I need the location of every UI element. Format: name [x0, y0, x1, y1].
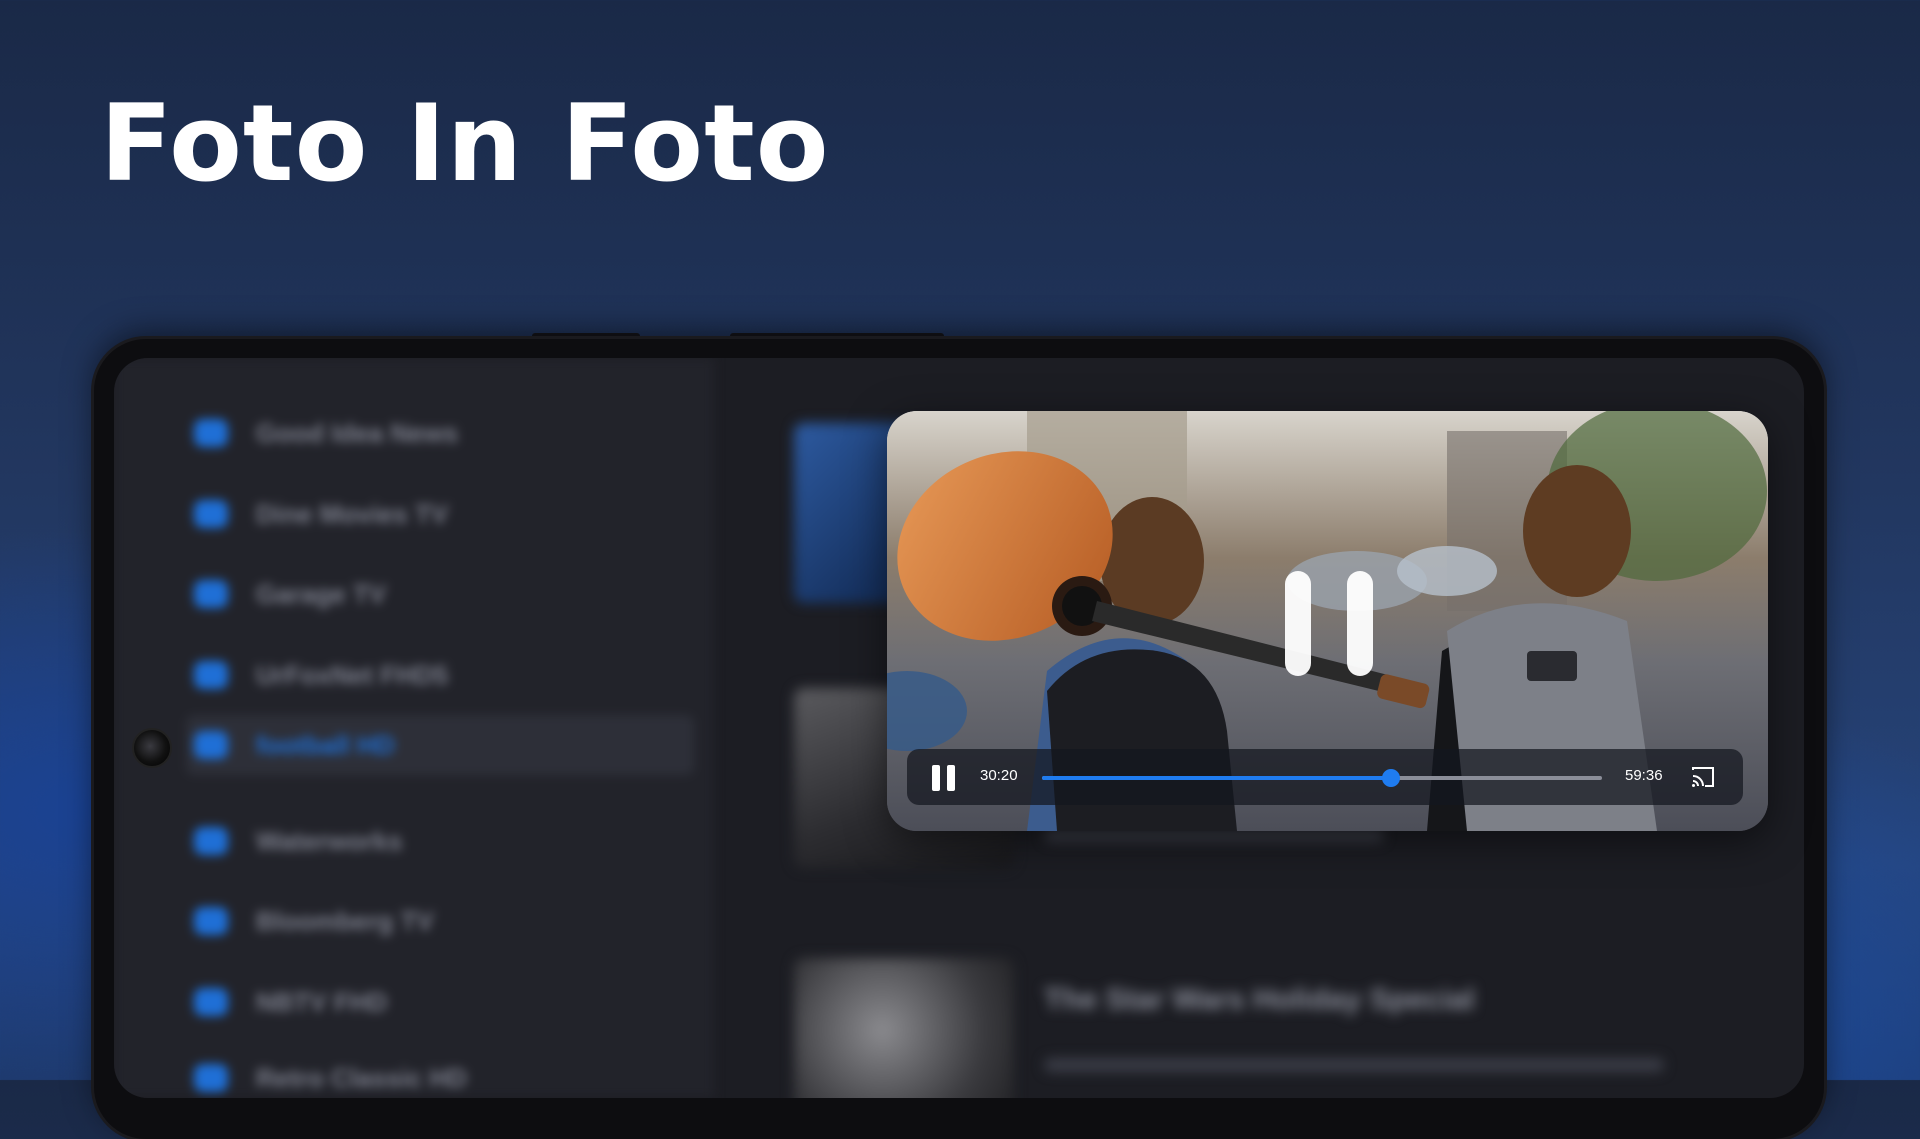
- total-time: 59:36: [1625, 767, 1663, 784]
- seek-bar[interactable]: [1042, 769, 1602, 787]
- sidebar-item-label: Garage TV: [256, 578, 387, 609]
- player-controls: 30:20 59:36: [907, 749, 1743, 805]
- content-thumbnail[interactable]: [794, 958, 1014, 1098]
- sidebar-item-label: Bloomberg TV: [256, 905, 434, 936]
- sidebar-item-label: NBTV FHD: [256, 986, 388, 1017]
- channel-sidebar: Good Idea News Dine Movies TV Garage TV …: [114, 358, 714, 1098]
- seek-bar-progress: [1042, 776, 1391, 780]
- content-subtitle: [1044, 1058, 1664, 1072]
- tv-icon: [194, 988, 228, 1016]
- promo-title: Foto In Foto: [100, 82, 830, 205]
- tv-icon: [194, 1064, 228, 1092]
- content-title: The Star Wars Holiday Special: [1044, 983, 1475, 1016]
- tv-icon: [194, 731, 228, 759]
- seek-handle[interactable]: [1381, 769, 1400, 787]
- cast-icon[interactable]: [1691, 766, 1715, 788]
- sidebar-item-label: football HD: [256, 729, 395, 760]
- tv-icon: [194, 661, 228, 689]
- sidebar-item-label: Good Idea News: [256, 417, 459, 448]
- sidebar-item[interactable]: Bloomberg TV: [194, 901, 434, 941]
- tv-icon: [194, 500, 228, 528]
- sidebar-item[interactable]: NBTV FHD: [194, 982, 387, 1022]
- tv-icon: [194, 827, 228, 855]
- pip-player[interactable]: 30:20 59:36: [887, 411, 1768, 831]
- sidebar-item-label: Retro Classic HD: [256, 1062, 467, 1093]
- tv-icon: [194, 580, 228, 608]
- tv-icon: [194, 907, 228, 935]
- pause-icon[interactable]: [932, 765, 956, 791]
- front-camera: [132, 728, 172, 768]
- sidebar-item[interactable]: UrFoxNet FHD5: [194, 655, 448, 695]
- sidebar-item-label: Waterworks: [256, 825, 403, 856]
- sidebar-item[interactable]: Waterworks: [194, 821, 402, 861]
- sidebar-item[interactable]: Garage TV: [194, 574, 386, 614]
- sidebar-item-active[interactable]: football HD: [186, 715, 694, 775]
- sidebar-item[interactable]: Dine Movies TV: [194, 494, 448, 534]
- current-time: 30:20: [980, 767, 1018, 784]
- sidebar-item[interactable]: Retro Classic HD: [194, 1058, 467, 1098]
- sidebar-item-label: UrFoxNet FHD5: [256, 659, 449, 690]
- sidebar-item-label: Dine Movies TV: [256, 498, 449, 529]
- sidebar-item[interactable]: Good Idea News: [194, 413, 458, 453]
- pause-icon[interactable]: [1285, 571, 1375, 676]
- tv-icon: [194, 419, 228, 447]
